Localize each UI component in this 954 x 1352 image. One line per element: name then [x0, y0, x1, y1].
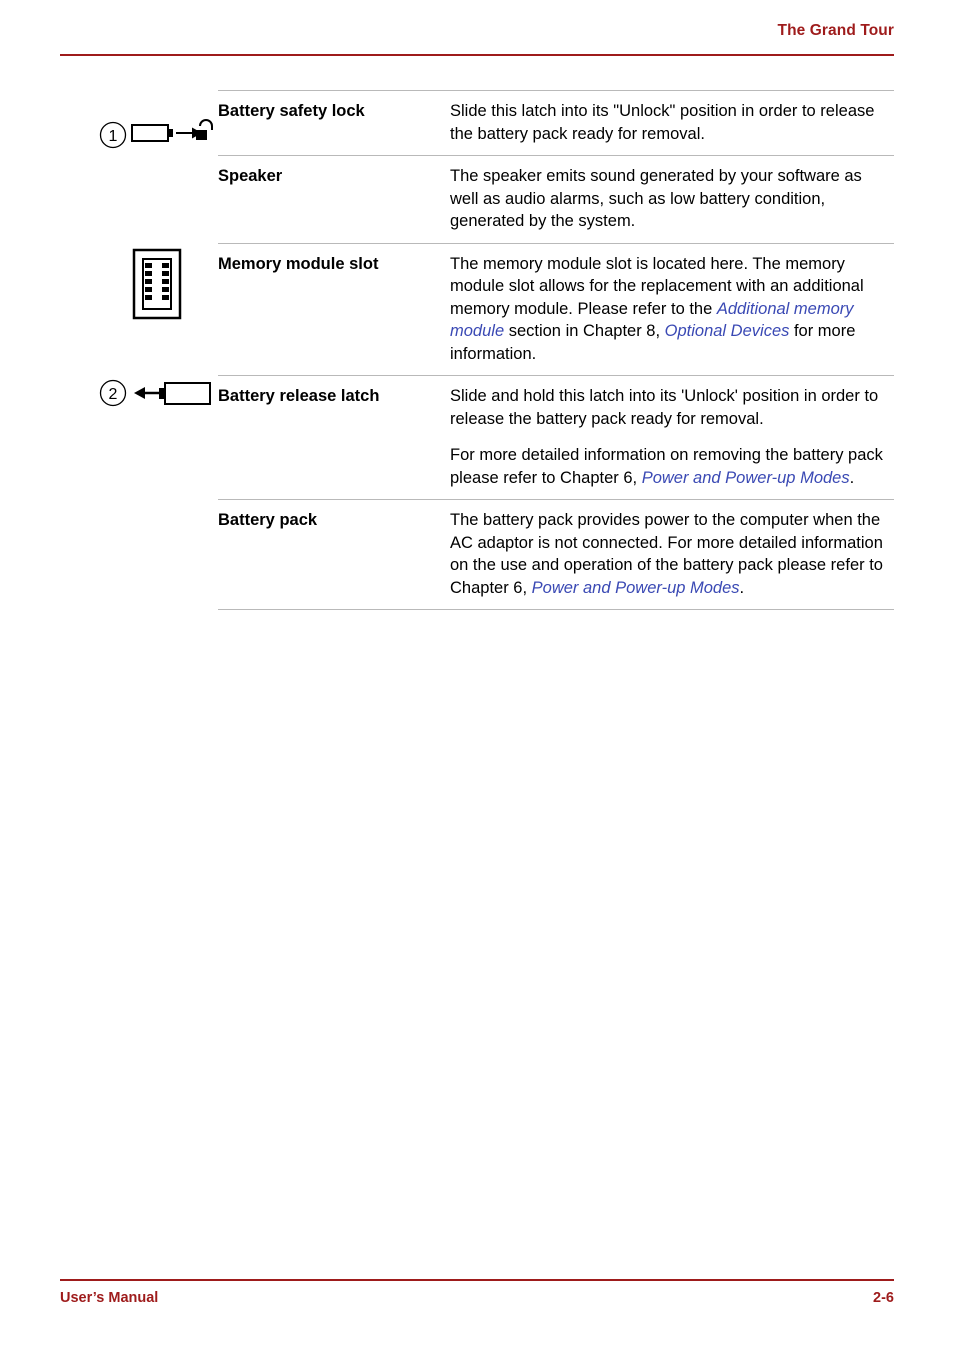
- battery-release-latch-icon: [132, 378, 214, 415]
- svg-text:2: 2: [109, 386, 118, 403]
- callout-1-circle: 1: [96, 118, 130, 157]
- table-row: Memory module slot The memory module slo…: [218, 242, 894, 376]
- desc-text: The speaker emits sound generated by you…: [450, 167, 862, 230]
- desc-paragraph: Slide and hold this latch into its 'Unlo…: [450, 385, 894, 430]
- desc-battery-release-latch: Slide and hold this latch into its 'Unlo…: [450, 375, 894, 500]
- term-battery-safety-lock: Battery safety lock: [218, 90, 450, 156]
- features-table: Battery safety lock Slide this latch int…: [218, 90, 894, 610]
- desc-speaker: The speaker emits sound generated by you…: [450, 155, 894, 243]
- desc-paragraph: The battery pack provides power to the c…: [450, 509, 894, 599]
- desc-paragraph: Slide this latch into its "Unlock" posit…: [450, 100, 894, 145]
- term-memory-module-slot: Memory module slot: [218, 242, 450, 376]
- memory-module-icon: [128, 246, 188, 327]
- table-row: Battery pack The battery pack provides p…: [218, 499, 894, 610]
- page-footer: User’s Manual 2-6: [60, 1290, 894, 1306]
- link-power-and-power-up-modes[interactable]: Power and Power-up Modes: [532, 579, 740, 597]
- desc-battery-pack: The battery pack provides power to the c…: [450, 499, 894, 610]
- table-row: Battery safety lock Slide this latch int…: [218, 90, 894, 156]
- term-battery-release-latch: Battery release latch: [218, 375, 450, 500]
- desc-text: .: [739, 578, 745, 597]
- term-battery-pack: Battery pack: [218, 499, 450, 610]
- page-header: The Grand Tour: [60, 22, 894, 40]
- desc-text: .: [849, 468, 855, 487]
- desc-paragraph: For more detailed information on removin…: [450, 444, 894, 489]
- svg-text:1: 1: [109, 128, 118, 145]
- features-table-body: Battery safety lock Slide this latch int…: [218, 90, 894, 610]
- link-power-and-power-up-modes[interactable]: Power and Power-up Modes: [642, 469, 850, 487]
- footer-divider: [60, 1279, 894, 1281]
- link-optional-devices[interactable]: Optional Devices: [665, 322, 790, 340]
- desc-text: section in Chapter 8,: [504, 322, 665, 340]
- desc-text: Slide and hold this latch into its 'Unlo…: [450, 387, 879, 428]
- manual-page: The Grand Tour 1 2 Battery safety lock S…: [0, 0, 954, 1352]
- desc-paragraph: The memory module slot is located here. …: [450, 253, 894, 366]
- desc-text: Slide this latch into its "Unlock" posit…: [450, 102, 875, 143]
- term-speaker: Speaker: [218, 155, 450, 243]
- table-row: Speaker The speaker emits sound generate…: [218, 155, 894, 243]
- desc-paragraph: The speaker emits sound generated by you…: [450, 165, 894, 233]
- header-divider: [60, 54, 894, 56]
- footer-page-number: 2-6: [873, 1290, 894, 1306]
- battery-safety-lock-icon: [130, 115, 216, 160]
- desc-battery-safety-lock: Slide this latch into its "Unlock" posit…: [450, 90, 894, 156]
- desc-memory-module-slot: The memory module slot is located here. …: [450, 242, 894, 376]
- table-row: Battery release latch Slide and hold thi…: [218, 375, 894, 500]
- header-title: The Grand Tour: [777, 22, 894, 39]
- footer-manual-label: User’s Manual: [60, 1290, 159, 1306]
- callout-2-circle: 2: [96, 376, 130, 415]
